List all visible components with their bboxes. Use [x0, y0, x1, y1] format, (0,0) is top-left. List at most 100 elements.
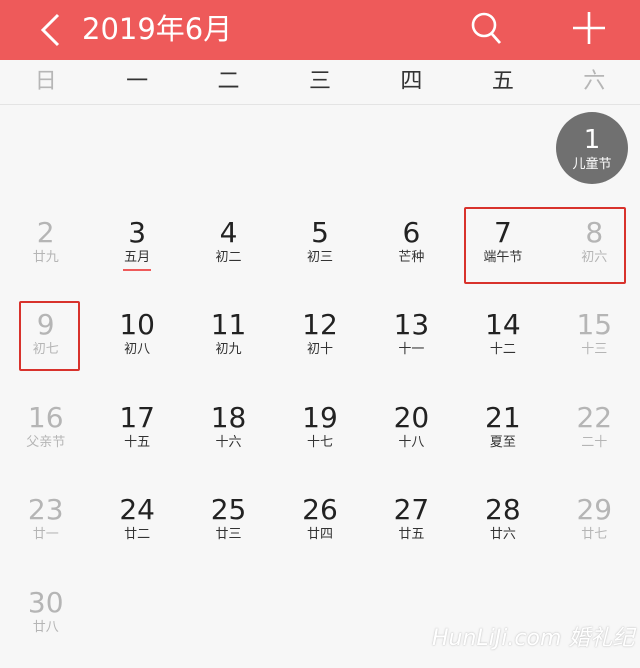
day-number: 4 — [219, 215, 238, 249]
day-cell-28[interactable]: 28 廿六 — [457, 478, 548, 570]
day-cell-12[interactable]: 12 初十 — [274, 293, 365, 385]
day-number: 21 — [485, 400, 521, 434]
day-cell-10[interactable]: 10 初八 — [91, 293, 182, 385]
weekday-sat: 六 — [583, 69, 606, 94]
day-number: 5 — [311, 215, 329, 249]
day-number: 18 — [210, 400, 247, 434]
day-cell-2[interactable]: 2 廿九 — [0, 201, 91, 293]
day-number: 15 — [576, 308, 613, 341]
day-number: 2 — [36, 215, 55, 249]
highlight-box-7-8 — [464, 207, 626, 284]
lunar-label: 十一 — [398, 342, 425, 357]
lunar-label: 十八 — [398, 434, 425, 450]
chevron-left-icon — [40, 13, 60, 47]
lunar-label: 初九 — [215, 342, 242, 357]
weekday-thu: 四 — [400, 69, 423, 94]
day-cell-20[interactable]: 20 十八 — [366, 386, 457, 478]
header-bar: 2019年6月 — [0, 0, 640, 60]
day-cell-16[interactable]: 16 父亲节 — [0, 386, 91, 478]
lunar-label: 初十 — [306, 342, 333, 357]
day-cell-25[interactable]: 25 廿三 — [183, 478, 274, 570]
day-number: 30 — [27, 585, 64, 619]
day-number: 14 — [485, 308, 521, 341]
day-number: 19 — [302, 400, 338, 434]
weekday-wed: 三 — [308, 69, 331, 94]
search-icon — [471, 12, 502, 44]
weekday-header: 日 一 二 三 四 五 六 — [0, 60, 640, 105]
day-cell-11[interactable]: 11 初九 — [183, 293, 274, 385]
lunar-label: 廿七 — [581, 527, 608, 542]
day-number: 12 — [302, 308, 338, 341]
lunar-label: 廿五 — [398, 527, 425, 542]
day-cell-17[interactable]: 17 十五 — [91, 386, 182, 478]
highlight-box-9 — [19, 301, 80, 371]
day-number: 23 — [27, 493, 64, 526]
lunar-label: 儿童节 — [572, 157, 612, 172]
day-cell-today[interactable]: 1 儿童节 — [556, 112, 628, 184]
day-number: 17 — [119, 400, 155, 434]
day-cell-26[interactable]: 26 廿四 — [274, 478, 365, 570]
search-button[interactable] — [466, 6, 506, 50]
day-cell-21[interactable]: 21 夏至 — [457, 386, 548, 478]
day-number: 28 — [485, 493, 521, 526]
weekday-tue: 二 — [217, 69, 240, 94]
watermark: HunLiJi.com 婚礼纪 — [432, 626, 635, 651]
lunar-label: 廿三 — [215, 527, 242, 542]
lunar-label: 十二 — [489, 342, 516, 357]
day-cell-18[interactable]: 18 十六 — [183, 386, 274, 478]
day-cell-15[interactable]: 15 十三 — [549, 293, 640, 385]
lunar-label: 廿二 — [124, 527, 151, 542]
day-cell-14[interactable]: 14 十二 — [457, 293, 548, 385]
month-title: 2019年6月 — [82, 12, 233, 46]
day-number: 10 — [119, 308, 155, 341]
day-number: 26 — [302, 493, 338, 526]
day-number: 16 — [27, 400, 64, 434]
day-number: 11 — [210, 308, 247, 341]
weekday-fri: 五 — [491, 69, 514, 94]
lunar-label: 初三 — [306, 249, 333, 265]
day-cell-27[interactable]: 27 廿五 — [366, 478, 457, 570]
day-cell-24[interactable]: 24 廿二 — [91, 478, 182, 570]
lunar-label: 廿六 — [489, 527, 516, 542]
day-number: 13 — [393, 308, 430, 341]
lunar-label: 十六 — [215, 434, 242, 450]
day-number: 27 — [393, 493, 430, 526]
day-cell-5[interactable]: 5 初三 — [274, 201, 365, 293]
day-cell-29[interactable]: 29 廿七 — [549, 478, 640, 570]
day-cell-22[interactable]: 22 二十 — [549, 386, 640, 478]
weekday-mon: 一 — [126, 69, 149, 94]
add-event-button[interactable] — [568, 6, 610, 50]
day-cell-3[interactable]: 3 五月 — [91, 201, 182, 293]
back-button[interactable] — [30, 8, 70, 52]
day-number: 20 — [393, 400, 430, 434]
lunar-label: 初二 — [215, 249, 242, 265]
lunar-label: 父亲节 — [26, 434, 66, 450]
day-number: 24 — [119, 493, 155, 526]
day-cell-6[interactable]: 6 芒种 — [366, 201, 457, 293]
lunar-label: 廿四 — [306, 527, 333, 542]
lunar-label: 十七 — [306, 434, 333, 450]
day-number: 6 — [402, 215, 421, 249]
day-number: 29 — [576, 493, 613, 526]
day-number: 25 — [210, 493, 247, 526]
day-cell-13[interactable]: 13 十一 — [366, 293, 457, 385]
day-number: 3 — [128, 215, 147, 249]
day-cell-19[interactable]: 19 十七 — [274, 386, 365, 478]
plus-icon — [573, 12, 605, 44]
lunar-label: 十五 — [124, 434, 151, 450]
day-cell-4[interactable]: 4 初二 — [183, 201, 274, 293]
lunar-label: 芒种 — [398, 249, 425, 265]
lunar-label: 二十 — [581, 434, 608, 450]
lunar-label: 夏至 — [489, 434, 516, 450]
day-number: 22 — [576, 400, 613, 434]
lunar-label: 廿一 — [32, 527, 59, 542]
day-number: 1 — [583, 125, 601, 155]
day-cell-30[interactable]: 30 廿八 — [0, 571, 91, 663]
lunar-label: 初八 — [124, 342, 151, 357]
lunar-label: 五月 — [124, 249, 151, 265]
lunar-label: 十三 — [581, 342, 608, 357]
lunar-label: 廿九 — [32, 249, 59, 265]
lunar-label: 廿八 — [32, 619, 59, 635]
month-start-underline — [123, 268, 152, 271]
day-cell-23[interactable]: 23 廿一 — [0, 478, 91, 570]
